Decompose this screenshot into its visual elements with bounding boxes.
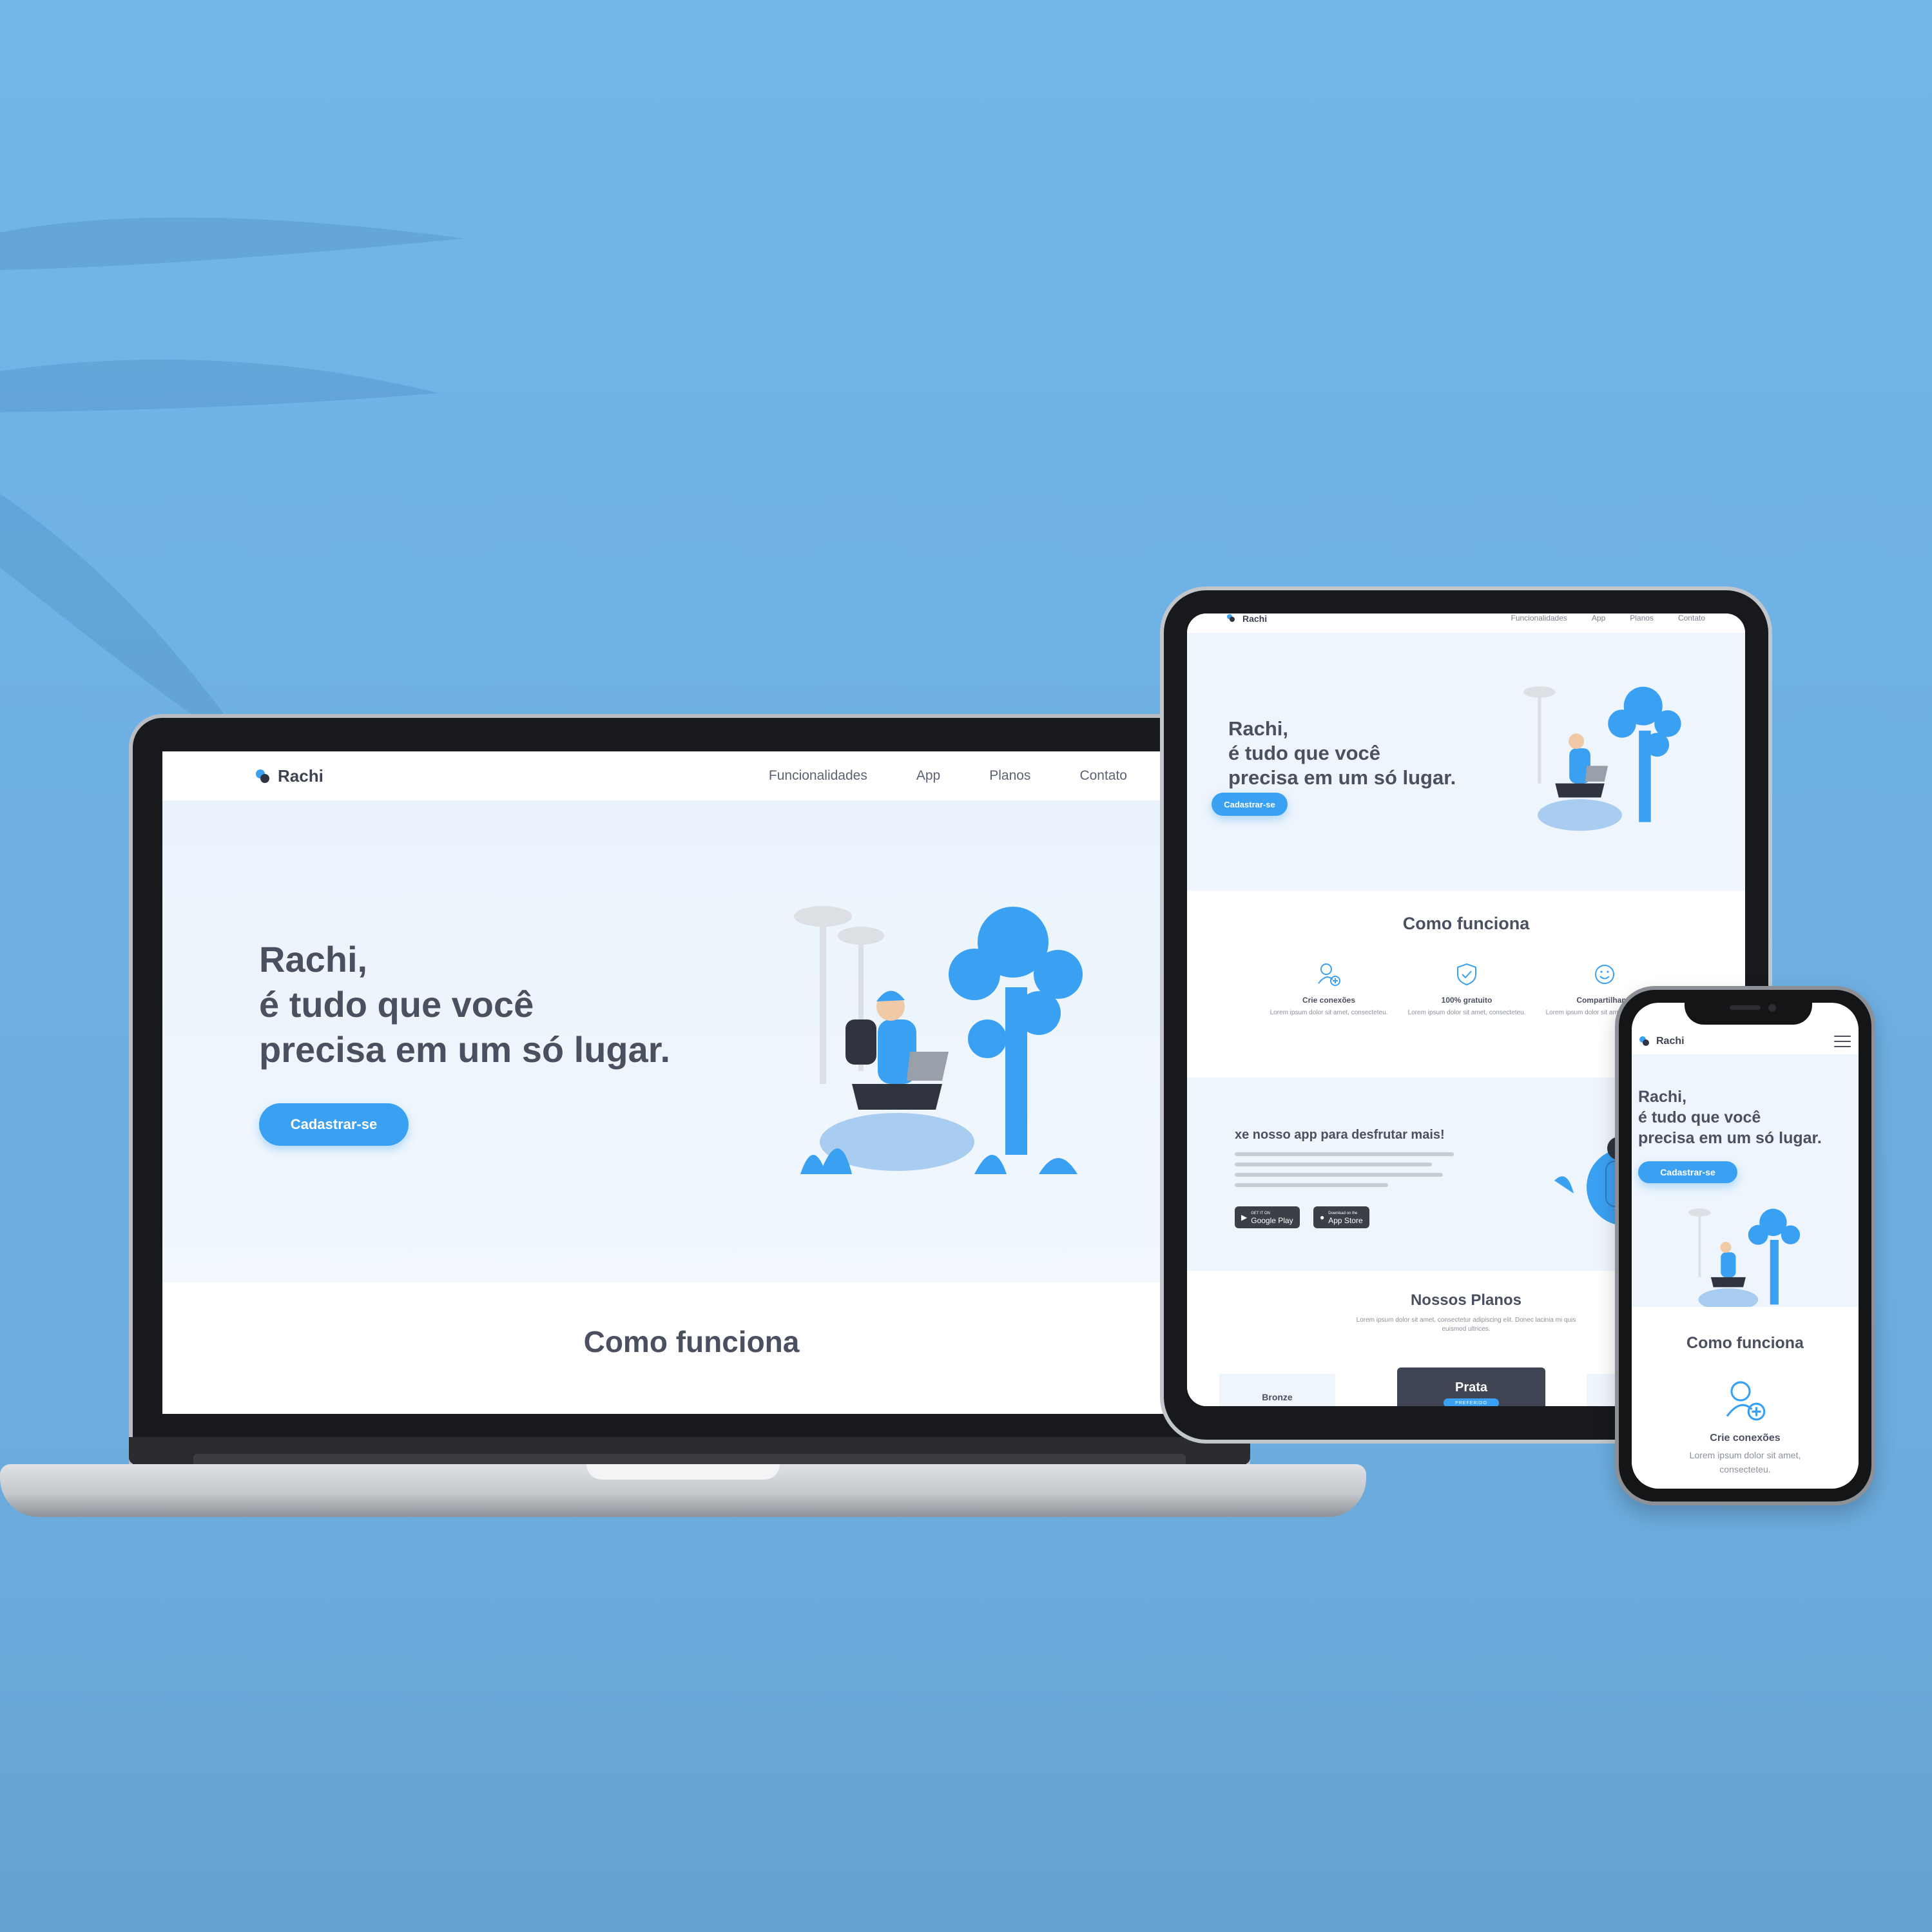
smile-icon	[1595, 965, 1614, 984]
section-title: Como funciona	[1402, 914, 1530, 933]
section-title: Como funciona	[583, 1325, 800, 1358]
phone-como-funciona: Como funciona Crie conexões Lorem ipsum …	[1632, 1307, 1859, 1489]
phone-speaker	[1730, 1005, 1761, 1010]
feature-title: 100% gratuito	[1441, 996, 1492, 1005]
feature-card: Crie conexões Lorem ipsum dolor sit amet…	[1668, 1378, 1822, 1476]
floor-shading	[0, 1547, 1932, 1932]
add-user-icon	[1726, 1381, 1766, 1421]
hero-title-line1: Rachi,	[259, 939, 368, 980]
feature-title: Crie conexões	[1302, 996, 1356, 1005]
google-play-label: Google Play	[1251, 1216, 1293, 1225]
app-section-title: xe nosso app para desfrutar mais!	[1235, 1128, 1445, 1142]
phone-notch	[1685, 998, 1812, 1025]
logo-text: Rachi	[1656, 1036, 1685, 1047]
laptop-trackpad-notch	[586, 1464, 780, 1480]
signup-button[interactable]: Cadastrar-se	[1638, 1161, 1737, 1183]
plan-card-bronze[interactable]: Bronze	[1219, 1374, 1335, 1406]
phone-navbar: Rachi	[1632, 1029, 1859, 1054]
hero-illustration	[1688, 1208, 1801, 1311]
tablet-logo[interactable]: Rachi	[1227, 613, 1267, 624]
hero-title: Rachi, é tudo que você precisa em um só …	[1228, 717, 1499, 790]
nav-item-contato[interactable]: Contato	[1678, 613, 1705, 623]
nav-item-planos[interactable]: Planos	[989, 768, 1030, 784]
google-play-icon: ▶	[1241, 1213, 1248, 1222]
planos-subtitle: Lorem ipsum dolor sit amet, consectetur …	[1356, 1317, 1576, 1333]
feature-title: Crie conexões	[1710, 1433, 1781, 1444]
hero-title: Rachi, é tudo que você precisa em um só …	[259, 937, 723, 1072]
app-store-button[interactable]: ● Download on the App Store	[1313, 1206, 1369, 1228]
tablet-hero-section: Rachi, é tudo que você precisa em um só …	[1187, 633, 1745, 891]
laptop-navbar: Rachi Funcionalidades App Planos Contato	[162, 751, 1221, 800]
nav-item-app[interactable]: App	[1592, 613, 1605, 623]
logo-text: Rachi	[278, 766, 324, 786]
feature-card: 100% gratuito Lorem ipsum dolor sit amet…	[1402, 961, 1531, 1018]
section-title: Como funciona	[1686, 1334, 1804, 1352]
logo-icon	[1227, 614, 1236, 623]
plan-badge: PREFERIDO	[1444, 1398, 1499, 1406]
google-play-button[interactable]: ▶ GET IT ON Google Play	[1235, 1206, 1300, 1228]
hero-illustration	[794, 906, 1083, 1174]
hero-title: Rachi, é tudo que você precisa em um só …	[1638, 1087, 1857, 1148]
leaf-shadow-decoration	[0, 217, 464, 760]
nav-item-app[interactable]: App	[916, 768, 940, 784]
app-store-label: App Store	[1328, 1216, 1363, 1225]
logo-text: Rachi	[1242, 613, 1268, 624]
hero-title-line3: precisa em um só lugar.	[1228, 766, 1456, 789]
phone-hero-section: Rachi, é tudo que você precisa em um só …	[1632, 1054, 1859, 1311]
hero-title-line2: é tudo que você	[1638, 1108, 1761, 1126]
hero-title-line1: Rachi,	[1228, 717, 1289, 740]
nav-menu: Funcionalidades App Planos Contato	[769, 768, 1127, 784]
tablet-navbar: Rachi Funcionalidades App Planos Contato	[1187, 613, 1745, 633]
feature-desc: Lorem ipsum dolor sit amet, consecteteu.	[1689, 1450, 1801, 1474]
como-funciona-section: Como funciona	[162, 1282, 1221, 1414]
logo-icon	[256, 768, 271, 784]
logo-icon	[1639, 1036, 1650, 1047]
feature-desc: Lorem ipsum dolor sit amet, consecteteu.	[1407, 1009, 1526, 1016]
nav-item-funcionalidades[interactable]: Funcionalidades	[769, 768, 867, 784]
app-section-text	[1235, 1152, 1454, 1193]
hero-title-line1: Rachi,	[1638, 1088, 1687, 1106]
hero-title-line2: é tudo que você	[1228, 742, 1380, 764]
hero-title-line2: é tudo que você	[259, 984, 534, 1025]
signup-button[interactable]: Cadastrar-se	[259, 1103, 409, 1146]
tablet-nav-menu: Funcionalidades App Planos Contato	[1511, 613, 1706, 623]
hero-section: Rachi, é tudo que você precisa em um só …	[162, 800, 1221, 1282]
logo[interactable]: Rachi	[256, 766, 324, 786]
feature-card: Crie conexões Lorem ipsum dolor sit amet…	[1264, 961, 1393, 1018]
menu-icon[interactable]	[1834, 1036, 1851, 1047]
nav-item-contato[interactable]: Contato	[1079, 768, 1127, 784]
shield-check-icon	[1457, 963, 1476, 986]
add-user-icon	[1318, 963, 1340, 986]
apple-icon: ●	[1320, 1213, 1325, 1222]
signup-button[interactable]: Cadastrar-se	[1212, 793, 1288, 816]
nav-item-planos[interactable]: Planos	[1630, 613, 1654, 623]
phone-screen: Rachi Rachi, é tudo que você precisa em …	[1632, 1003, 1859, 1489]
feature-desc: Lorem ipsum dolor sit amet, consecteteu.	[1270, 1009, 1388, 1016]
hero-title-line3: precisa em um só lugar.	[1638, 1129, 1822, 1147]
laptop-screen: Rachi Funcionalidades App Planos Contato…	[162, 751, 1221, 1414]
hero-title-line3: precisa em um só lugar.	[259, 1029, 671, 1070]
hero-illustration	[1523, 686, 1681, 831]
nav-item-funcionalidades[interactable]: Funcionalidades	[1511, 613, 1567, 623]
phone-logo[interactable]: Rachi	[1639, 1036, 1685, 1047]
phone-camera	[1768, 1004, 1776, 1012]
